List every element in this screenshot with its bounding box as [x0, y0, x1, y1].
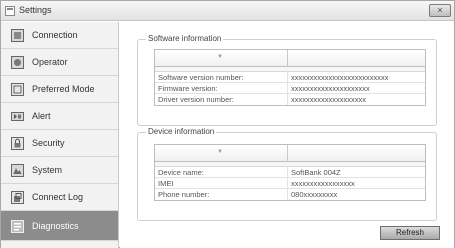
- sidebar-item-label: Diagnostics: [32, 221, 79, 231]
- group-title: Device information: [146, 127, 217, 136]
- sidebar-item-operator[interactable]: Operator: [1, 49, 118, 76]
- connect-log-icon: [11, 191, 24, 204]
- software-info-table: ▼ Software version number: xxxxxxxxxxxxx…: [154, 49, 426, 106]
- settings-window: Settings × Connection Operator Preferred…: [0, 0, 455, 248]
- sidebar-item-alert[interactable]: Alert: [1, 103, 118, 130]
- settings-window-icon: [5, 6, 15, 16]
- system-icon: [11, 164, 24, 177]
- sidebar-item-label: Connect Log: [32, 192, 84, 202]
- refresh-button[interactable]: Refresh: [380, 226, 440, 240]
- diagnostics-panel: Software information ▼ Software version …: [120, 22, 454, 248]
- table-row: Device name: SoftBank 004Z: [155, 167, 425, 178]
- sidebar-item-security[interactable]: Security: [1, 130, 118, 157]
- security-icon: [11, 137, 24, 150]
- column-divider: [287, 94, 288, 105]
- sidebar-item-label: Preferred Mode: [32, 84, 95, 94]
- operator-icon: [11, 56, 24, 69]
- row-label: Firmware version:: [158, 84, 218, 93]
- close-button[interactable]: ×: [429, 4, 451, 17]
- row-label: Phone number:: [158, 190, 210, 199]
- row-value: xxxxxxxxxxxxxxxxxxxxxxxxxx: [291, 73, 389, 82]
- sidebar-item-preferred-mode[interactable]: Preferred Mode: [1, 76, 118, 103]
- table-header[interactable]: ▼: [155, 50, 425, 67]
- column-divider: [287, 145, 288, 162]
- window-title: Settings: [19, 5, 52, 15]
- row-label: Driver version number:: [158, 95, 234, 104]
- sidebar: Connection Operator Preferred Mode Alert: [1, 22, 119, 248]
- alert-icon: [11, 112, 24, 121]
- sort-arrow-icon: ▼: [217, 149, 223, 155]
- preferred-mode-icon: [11, 83, 24, 96]
- device-info-table: ▼ Device name: SoftBank 004Z IMEI xxxxxx…: [154, 144, 426, 201]
- column-divider: [287, 83, 288, 94]
- sidebar-item-label: Alert: [32, 111, 51, 121]
- column-divider: [287, 167, 288, 178]
- column-divider: [287, 72, 288, 83]
- row-label: Device name:: [158, 168, 204, 177]
- row-value: xxxxxxxxxxxxxxxxxxxxx: [291, 84, 370, 93]
- sidebar-item-diagnostics[interactable]: Diagnostics: [1, 211, 118, 241]
- sidebar-item-system[interactable]: System: [1, 157, 118, 184]
- group-title: Software information: [146, 34, 224, 43]
- connection-icon: [11, 29, 24, 42]
- table-row: IMEI xxxxxxxxxxxxxxxxx: [155, 178, 425, 189]
- sidebar-item-connect-log[interactable]: Connect Log: [1, 184, 118, 211]
- column-divider: [287, 50, 288, 67]
- row-value: 080xxxxxxxxx: [291, 190, 338, 199]
- row-label: IMEI: [158, 179, 174, 188]
- table-header[interactable]: ▼: [155, 145, 425, 162]
- sort-arrow-icon: ▼: [217, 54, 223, 60]
- table-row: Firmware version: xxxxxxxxxxxxxxxxxxxxx: [155, 83, 425, 94]
- sidebar-item-label: Security: [32, 138, 65, 148]
- sidebar-item-label: Operator: [32, 57, 68, 67]
- row-value: SoftBank 004Z: [291, 168, 341, 177]
- title-bar: Settings ×: [1, 1, 454, 21]
- sidebar-item-label: System: [32, 165, 63, 175]
- row-value: xxxxxxxxxxxxxxxxxxxx: [291, 95, 366, 104]
- row-value: xxxxxxxxxxxxxxxxx: [291, 179, 355, 188]
- diagnostics-icon: [11, 220, 24, 233]
- sidebar-item-connection[interactable]: Connection: [1, 22, 118, 49]
- table-row: Software version number: xxxxxxxxxxxxxxx…: [155, 72, 425, 83]
- device-information-group: Device information ▼ Device name: SoftBa…: [137, 127, 437, 221]
- sidebar-item-label: Connection: [32, 30, 78, 40]
- software-information-group: Software information ▼ Software version …: [137, 34, 437, 126]
- row-label: Software version number:: [158, 73, 244, 82]
- table-row: Phone number: 080xxxxxxxxx: [155, 189, 425, 200]
- column-divider: [287, 189, 288, 200]
- column-divider: [287, 178, 288, 189]
- table-row: Driver version number: xxxxxxxxxxxxxxxxx…: [155, 94, 425, 105]
